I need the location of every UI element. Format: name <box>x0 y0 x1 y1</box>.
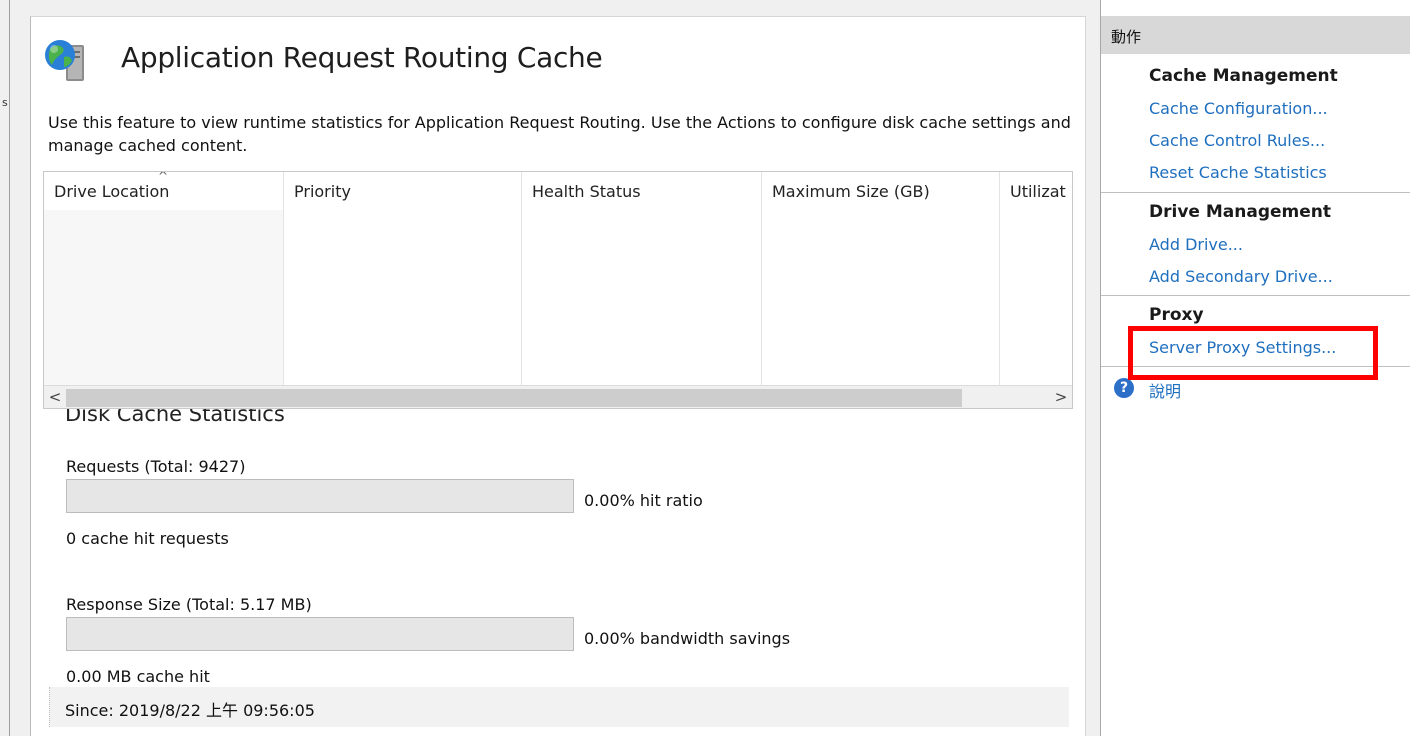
reset-cache-statistics-link[interactable]: Reset Cache Statistics <box>1149 163 1327 182</box>
cache-configuration-link[interactable]: Cache Configuration... <box>1149 99 1328 118</box>
column-header-label[interactable]: Drive Location <box>54 182 169 201</box>
cache-control-rules-link[interactable]: Cache Control Rules... <box>1149 131 1325 150</box>
server-proxy-settings-link[interactable]: Server Proxy Settings... <box>1149 338 1336 357</box>
requests-label: Requests (Total: 9427) <box>66 457 246 476</box>
add-secondary-drive-link[interactable]: Add Secondary Drive... <box>1149 267 1333 286</box>
actions-separator <box>1101 295 1410 296</box>
scroll-right-icon[interactable]: > <box>1050 386 1072 408</box>
bandwidth-savings-bar <box>66 617 574 651</box>
section-title: Disk Cache Statistics <box>65 409 285 426</box>
horizontal-scrollbar[interactable]: < > <box>44 385 1072 408</box>
status-footer: Since: 2019/8/22 上午 09:56:05 <box>49 687 1069 727</box>
globe-server-icon <box>40 37 98 85</box>
proxy-title: Proxy <box>1149 305 1204 325</box>
column-maximum-size[interactable]: Maximum Size (GB) <box>762 172 1000 385</box>
actions-header-label: 動作 <box>1111 28 1142 46</box>
feature-description: Use this feature to view runtime statist… <box>48 113 1071 155</box>
scroll-left-icon[interactable]: < <box>44 386 66 408</box>
column-drive-location[interactable]: ^ Drive Location <box>44 172 284 385</box>
add-drive-link[interactable]: Add Drive... <box>1149 235 1243 254</box>
response-size-label: Response Size (Total: 5.17 MB) <box>66 595 312 614</box>
drive-grid[interactable]: ^ Drive Location Priority Health Status … <box>43 171 1073 409</box>
disk-cache-statistics-section: Disk Cache Statistics <box>65 409 1065 431</box>
actions-separator <box>1101 192 1410 193</box>
pane-edge-glyph: s <box>2 96 8 109</box>
requests-cache-hits: 0 cache hit requests <box>66 529 229 548</box>
sorted-column-shading <box>44 210 283 385</box>
response-cache-hit: 0.00 MB cache hit <box>66 667 210 686</box>
column-utilization[interactable]: Utilizat <box>1000 172 1072 385</box>
actions-pane: 動作 Cache Management Cache Configuration.… <box>1100 0 1410 736</box>
column-health-status[interactable]: Health Status <box>522 172 762 385</box>
drive-management-title: Drive Management <box>1149 202 1331 222</box>
column-header-label[interactable]: Health Status <box>532 182 641 201</box>
column-header-label[interactable]: Maximum Size (GB) <box>772 182 930 201</box>
help-icon[interactable]: ? <box>1114 378 1134 398</box>
requests-hit-ratio: 0.00% hit ratio <box>584 491 703 510</box>
requests-hit-bar <box>66 479 574 513</box>
feature-page: Application Request Routing Cache Use th… <box>30 16 1086 736</box>
iis-manager-window: s Application Request Routing Cache Use … <box>0 0 1410 736</box>
help-link[interactable]: 說明 <box>1149 378 1181 402</box>
column-header-label[interactable]: Priority <box>294 182 351 201</box>
actions-header: 動作 <box>1101 16 1410 54</box>
since-timestamp: Since: 2019/8/22 上午 09:56:05 <box>65 701 315 720</box>
connections-pane-edge: s <box>0 0 10 736</box>
cache-management-title: Cache Management <box>1149 66 1338 86</box>
bandwidth-savings-ratio: 0.00% bandwidth savings <box>584 629 791 648</box>
actions-separator <box>1101 366 1410 367</box>
column-priority[interactable]: Priority <box>284 172 522 385</box>
column-header-label[interactable]: Utilizat <box>1010 182 1066 201</box>
page-title: Application Request Routing Cache <box>121 41 603 74</box>
scrollbar-thumb[interactable] <box>66 389 962 407</box>
